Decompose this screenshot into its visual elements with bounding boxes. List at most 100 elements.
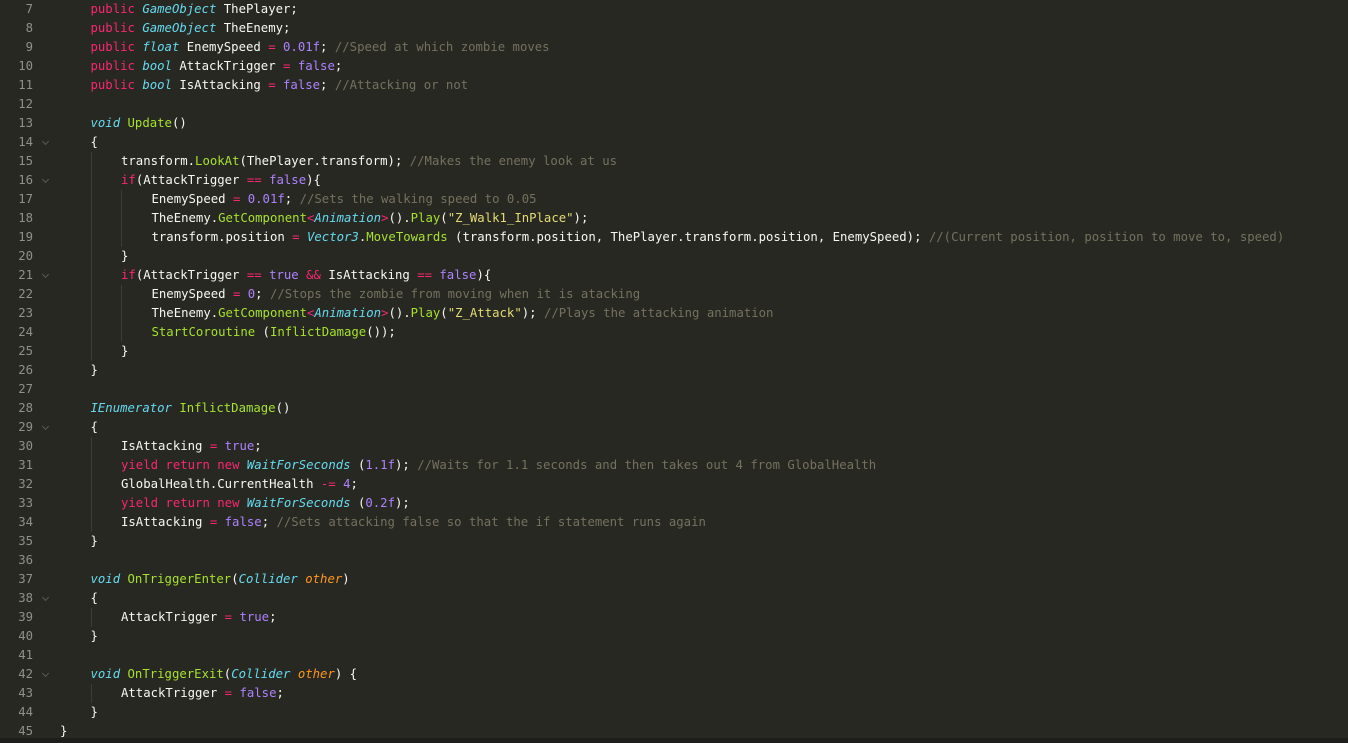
code-line[interactable]: 28 IEnumerator InflictDamage() xyxy=(0,399,1348,418)
fold-chevron-icon[interactable] xyxy=(41,266,51,285)
code-token: () xyxy=(171,116,187,130)
code-line[interactable]: 32 GlobalHealth.CurrentHealth -= 4; xyxy=(0,475,1348,494)
code-line[interactable]: 9 public float EnemySpeed = 0.01f; //Spee… xyxy=(0,38,1348,57)
line-number: 44 xyxy=(18,705,33,719)
code-line[interactable]: 33 yield return new WaitForSeconds (0.2f)… xyxy=(0,494,1348,513)
code-text: { xyxy=(91,133,98,152)
code-token: = xyxy=(268,40,276,54)
code-token: (). xyxy=(388,211,411,225)
code-token: //Sets attacking false so that the if st… xyxy=(276,515,706,529)
code-token: //Speed at which zombie moves xyxy=(334,40,550,54)
code-line[interactable]: 27 xyxy=(0,380,1348,399)
code-text: if(AttackTrigger == true && IsAttacking … xyxy=(121,266,491,285)
code-text: EnemySpeed = 0; //Stops the zombie from … xyxy=(152,285,641,304)
code-line[interactable]: 15 transform.LookAt(ThePlayer.transform);… xyxy=(0,152,1348,171)
code-line[interactable]: 44} xyxy=(0,703,1348,722)
code-line[interactable]: 39 AttackTrigger = true; xyxy=(0,608,1348,627)
code-line[interactable]: 25} xyxy=(0,342,1348,361)
fold-chevron-icon[interactable] xyxy=(41,665,51,684)
code-line[interactable]: 43 AttackTrigger = false; xyxy=(0,684,1348,703)
line-number: 8 xyxy=(25,21,33,35)
code-token: WaitForSeconds xyxy=(246,496,351,510)
code-text: AttackTrigger = false; xyxy=(121,684,284,703)
code-token: } xyxy=(121,344,129,358)
code-line[interactable]: 11 public bool IsAttacking = false; //Att… xyxy=(0,76,1348,95)
code-token: "Z_Walk1_InPlace" xyxy=(447,211,574,225)
line-number: 35 xyxy=(18,534,33,548)
fold-chevron-icon[interactable] xyxy=(41,171,51,190)
line-number: 33 xyxy=(18,496,33,510)
code-line[interactable]: 21 if(AttackTrigger == true && IsAttackin… xyxy=(0,266,1348,285)
code-token: Play xyxy=(410,306,441,320)
code-line[interactable]: 31 yield return new WaitForSeconds (1.1f)… xyxy=(0,456,1348,475)
code-token: Collider xyxy=(238,572,298,586)
code-token: } xyxy=(90,629,98,643)
code-token: (transform.position, ThePlayer.transform… xyxy=(447,230,929,244)
code-line[interactable]: 12 xyxy=(0,95,1348,114)
code-line[interactable]: 35} xyxy=(0,532,1348,551)
code-line[interactable]: 8 public GameObject TheEnemy; xyxy=(0,19,1348,38)
code-token: ( xyxy=(231,572,239,586)
code-text: AttackTrigger = true; xyxy=(121,608,277,627)
code-token: WaitForSeconds xyxy=(246,458,351,472)
code-line[interactable]: 42 void OnTriggerExit(Collider other) { xyxy=(0,665,1348,684)
code-token: TheEnemy. xyxy=(151,306,219,320)
code-token: Play xyxy=(410,211,441,225)
code-text: StartCoroutine (InflictDamage()); xyxy=(152,323,396,342)
code-line[interactable]: 22 EnemySpeed = 0; //Stops the zombie fro… xyxy=(0,285,1348,304)
code-token: //Makes the enemy look at us xyxy=(409,154,618,168)
code-line[interactable]: 19 transform.position = Vector3.MoveTowar… xyxy=(0,228,1348,247)
code-line[interactable]: 40} xyxy=(0,627,1348,646)
code-line[interactable]: 17 EnemySpeed = 0.01f; //Sets the walking… xyxy=(0,190,1348,209)
fold-chevron-icon[interactable] xyxy=(41,589,51,608)
code-token: false xyxy=(297,59,335,73)
code-token: ); xyxy=(521,306,544,320)
line-number: 18 xyxy=(18,211,33,225)
code-line[interactable]: 24 StartCoroutine (InflictDamage()); xyxy=(0,323,1348,342)
code-text: IsAttacking = false; //Sets attacking fa… xyxy=(121,513,706,532)
code-line[interactable]: 38 { xyxy=(0,589,1348,608)
code-token: public xyxy=(90,78,135,92)
code-line[interactable]: 20} xyxy=(0,247,1348,266)
code-token: -= xyxy=(320,477,336,491)
code-token: (AttackTrigger xyxy=(135,268,247,282)
code-line[interactable]: 29 { xyxy=(0,418,1348,437)
code-line[interactable]: 30 IsAttacking = true; xyxy=(0,437,1348,456)
code-token: = xyxy=(292,230,300,244)
code-token: ); xyxy=(573,211,589,225)
code-text: } xyxy=(121,247,128,266)
code-line[interactable]: 26} xyxy=(0,361,1348,380)
code-line[interactable]: 13 void Update() xyxy=(0,114,1348,133)
code-line[interactable]: 18 TheEnemy.GetComponent<Animation>().Pla… xyxy=(0,209,1348,228)
code-line[interactable]: 16 if(AttackTrigger == false){ xyxy=(0,171,1348,190)
line-number: 15 xyxy=(18,154,33,168)
code-line[interactable]: 14 { xyxy=(0,133,1348,152)
code-line[interactable]: 41 xyxy=(0,646,1348,665)
code-token: } xyxy=(90,705,98,719)
code-line[interactable]: 37 void OnTriggerEnter(Collider other) xyxy=(0,570,1348,589)
code-token: OnTriggerExit xyxy=(127,667,224,681)
fold-chevron-icon[interactable] xyxy=(41,133,51,152)
code-line[interactable]: 34 IsAttacking = false; //Sets attacking … xyxy=(0,513,1348,532)
code-line[interactable]: 23 TheEnemy.GetComponent<Animation>().Pla… xyxy=(0,304,1348,323)
code-token: ; xyxy=(276,686,284,700)
code-token: ; xyxy=(350,477,358,491)
code-token: ); xyxy=(394,496,410,510)
fold-chevron-icon[interactable] xyxy=(41,418,51,437)
code-line[interactable]: 10 public bool AttackTrigger = false; xyxy=(0,57,1348,76)
code-line[interactable]: 36 xyxy=(0,551,1348,570)
line-number: 43 xyxy=(18,686,33,700)
code-text: transform.position = Vector3.MoveTowards… xyxy=(152,228,1285,247)
code-line[interactable]: 7 public GameObject ThePlayer; xyxy=(0,0,1348,19)
code-token: ( xyxy=(440,306,448,320)
line-number: 31 xyxy=(18,458,33,472)
horizontal-scrollbar[interactable] xyxy=(0,738,1348,743)
code-token: float xyxy=(142,40,180,54)
code-editor[interactable]: 7 public GameObject ThePlayer; 8 public Gam… xyxy=(0,0,1348,743)
